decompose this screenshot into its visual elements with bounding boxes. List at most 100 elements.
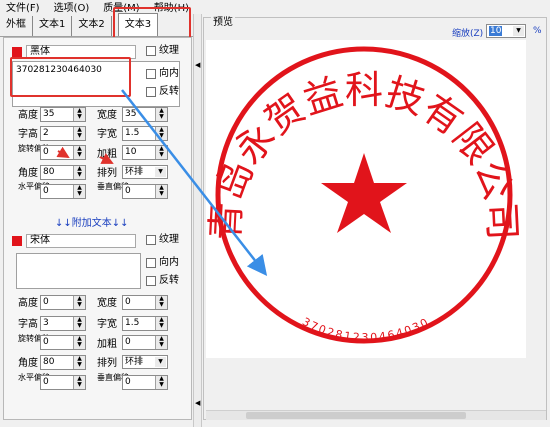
menu-options[interactable]: 选项(O) <box>54 0 90 14</box>
spin-arrows-icon[interactable]: ▲ ▼ <box>73 376 85 389</box>
reverse-label: 反转 <box>159 86 179 97</box>
char-height-value: 2 <box>43 128 49 138</box>
zoom-value: 10 <box>489 26 503 36</box>
spin-arrows-icon[interactable]: ▲ ▼ <box>73 127 85 140</box>
extra-reverse-checkbox[interactable]: 反转 <box>146 276 179 286</box>
extra-vertical-offset-value: 0 <box>125 377 131 387</box>
texture-label: 纹理 <box>159 45 179 56</box>
extra-angle-label: 角度 <box>18 358 38 369</box>
extra-angle-value: 80 <box>43 357 55 367</box>
extra-horizontal-offset-value: 0 <box>43 377 49 387</box>
reverse-checkbox[interactable]: 反转 <box>146 87 179 97</box>
extra-arrange-label: 排列 <box>97 358 117 369</box>
stamp-code-text: 370281230464030 <box>300 315 432 344</box>
spin-arrows-icon[interactable]: ▲ ▼ <box>73 317 85 330</box>
extra-char-width-spinner[interactable]: 1.5 ▲ ▼ <box>122 316 168 331</box>
extra-rotation-offset-label: 旋转偏移 <box>18 334 50 343</box>
stamp-company-text: 青岛永贺益科技有限公司 <box>206 68 525 241</box>
vertical-offset-spinner[interactable]: 0 ▲ ▼ <box>122 184 168 199</box>
collapse-left-icon[interactable]: ◀ <box>195 400 200 407</box>
extra-width-value: 0 <box>125 297 131 307</box>
tab-text2[interactable]: 文本2 <box>72 16 112 36</box>
preview-horizontal-scrollbar[interactable] <box>206 410 546 420</box>
spin-arrows-icon[interactable]: ▲ ▼ <box>155 376 167 389</box>
tab-text1[interactable]: 文本1 <box>33 16 73 36</box>
extra-height-spinner[interactable]: 0 ▲ ▼ <box>40 295 86 310</box>
dropdown-arrow-icon[interactable]: ▼ <box>155 167 166 177</box>
width-value: 35 <box>125 109 137 119</box>
extra-text-input[interactable] <box>16 253 141 289</box>
menu-file[interactable]: 文件(F) <box>6 0 40 14</box>
spin-arrows-icon[interactable]: ▲ ▼ <box>155 185 167 198</box>
angle-value: 80 <box>43 167 55 177</box>
preview-title: 预览 <box>211 13 235 28</box>
spin-arrows-icon[interactable]: ▲ ▼ <box>73 146 85 159</box>
extra-char-height-value: 3 <box>43 318 49 328</box>
horizontal-offset-value: 0 <box>43 186 49 196</box>
spin-arrows-icon[interactable]: ▲ ▼ <box>155 296 167 309</box>
char-width-label: 字宽 <box>97 129 117 140</box>
spin-arrows-icon[interactable]: ▲ ▼ <box>73 356 85 369</box>
extra-height-label: 高度 <box>18 298 38 309</box>
spin-arrows-icon[interactable]: ▲ ▼ <box>155 146 167 159</box>
extra-texture-checkbox[interactable]: 纹理 <box>146 235 179 245</box>
stamp-graphic: 青岛永贺益科技有限公司 370281230464030 <box>203 46 525 344</box>
dropdown-arrow-icon[interactable]: ▼ <box>513 26 524 36</box>
zoom-select[interactable]: 10 ▼ <box>486 24 526 38</box>
extra-char-height-label: 字高 <box>18 319 38 330</box>
extra-char-width-value: 1.5 <box>125 318 140 328</box>
horizontal-offset-spinner[interactable]: 0 ▲ ▼ <box>40 184 86 199</box>
stamp-preview-canvas: 青岛永贺益科技有限公司 370281230464030 <box>203 40 526 358</box>
extra-horizontal-offset-spinner[interactable]: 0 ▲ ▼ <box>40 375 86 390</box>
spin-arrows-icon[interactable]: ▲ ▼ <box>73 166 85 179</box>
extra-font-name-field[interactable]: 宋体 <box>26 234 136 248</box>
panel-splitter[interactable]: ◀ ◀ <box>193 14 202 427</box>
tab-frame[interactable]: 外框 <box>0 16 33 36</box>
add-extra-text-link[interactable]: ↓↓附加文本↓↓ <box>55 214 129 229</box>
dropdown-arrow-icon[interactable]: ▼ <box>155 357 166 367</box>
height-label: 高度 <box>18 110 38 121</box>
bold-label: 加粗 <box>97 149 117 160</box>
angle-spinner[interactable]: 80 ▲ ▼ <box>40 165 86 180</box>
angle-label: 角度 <box>18 168 38 179</box>
texture-checkbox[interactable]: 纹理 <box>146 46 179 56</box>
extra-width-label: 宽度 <box>97 298 117 309</box>
char-height-label: 字高 <box>18 129 38 140</box>
rotation-offset-label: 旋转偏移 <box>18 144 50 153</box>
arrange-select[interactable]: 环排 ▼ <box>122 165 168 179</box>
spin-arrows-icon[interactable]: ▲ ▼ <box>73 185 85 198</box>
extra-bold-spinner[interactable]: 0 ▲ ▼ <box>122 335 168 350</box>
spin-arrows-icon[interactable]: ▲ ▼ <box>73 336 85 349</box>
rotation-offset-value: 0 <box>43 147 49 157</box>
rotation-offset-spinner[interactable]: 0 ▲ ▼ <box>40 145 86 160</box>
height-spinner[interactable]: 35 ▲ ▼ <box>40 107 86 122</box>
bold-spinner[interactable]: 10 ▲ ▼ <box>122 145 168 160</box>
stamp-star-icon <box>321 153 407 233</box>
char-width-spinner[interactable]: 1.5 ▲ ▼ <box>122 126 168 141</box>
extra-horizontal-offset-label: 水平偏移 <box>18 373 50 382</box>
spin-arrows-icon[interactable]: ▲ ▼ <box>73 296 85 309</box>
spin-arrows-icon[interactable]: ▲ ▼ <box>73 108 85 121</box>
extra-inward-checkbox[interactable]: 向内 <box>146 258 179 268</box>
extra-arrange-select[interactable]: 环排 ▼ <box>122 355 168 369</box>
scroll-thumb[interactable] <box>246 412 466 419</box>
inward-checkbox[interactable]: 向内 <box>146 69 179 79</box>
extra-arrange-value: 环排 <box>125 357 144 367</box>
zoom-label: 缩放(Z) <box>452 29 484 39</box>
char-height-spinner[interactable]: 2 ▲ ▼ <box>40 126 86 141</box>
spin-arrows-icon[interactable]: ▲ ▼ <box>155 108 167 121</box>
extra-bold-label: 加粗 <box>97 339 117 350</box>
spin-arrows-icon[interactable]: ▲ ▼ <box>155 317 167 330</box>
extra-text-color-swatch[interactable] <box>12 236 22 246</box>
spin-arrows-icon[interactable]: ▲ ▼ <box>155 127 167 140</box>
extra-width-spinner[interactable]: 0 ▲ ▼ <box>122 295 168 310</box>
spin-arrows-icon[interactable]: ▲ ▼ <box>155 336 167 349</box>
extra-rotation-offset-spinner[interactable]: 0 ▲ ▼ <box>40 335 86 350</box>
extra-vertical-offset-spinner[interactable]: 0 ▲ ▼ <box>122 375 168 390</box>
horizontal-offset-label: 水平偏移 <box>18 182 50 191</box>
collapse-left-icon[interactable]: ◀ <box>195 62 200 69</box>
extra-char-height-spinner[interactable]: 3 ▲ ▼ <box>40 316 86 331</box>
width-spinner[interactable]: 35 ▲ ▼ <box>122 107 168 122</box>
text-color-swatch[interactable] <box>12 47 22 57</box>
extra-angle-spinner[interactable]: 80 ▲ ▼ <box>40 355 86 370</box>
